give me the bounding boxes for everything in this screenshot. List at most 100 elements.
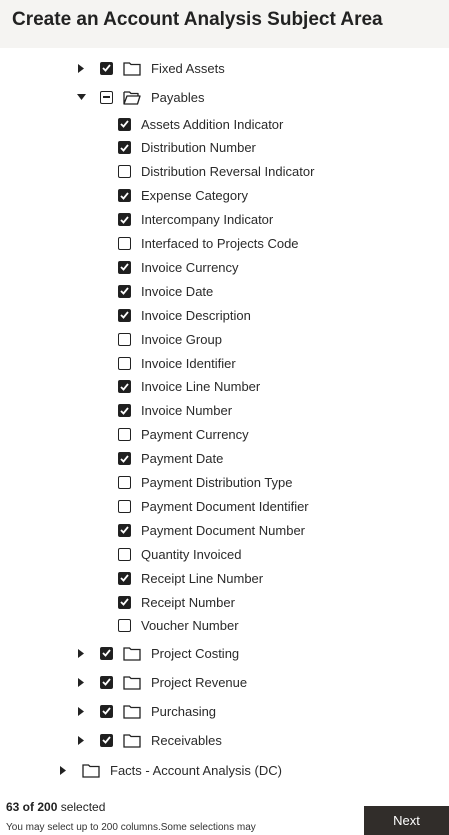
- collapse-arrow-icon[interactable]: [74, 90, 88, 104]
- checkbox-icon[interactable]: [118, 356, 131, 370]
- checkbox-icon[interactable]: [118, 428, 131, 442]
- tree-node-label: Fixed Assets: [151, 60, 225, 76]
- checkbox-icon[interactable]: [100, 61, 113, 75]
- tree-node-label: Payables: [151, 89, 205, 105]
- payables-item[interactable]: Invoice Currency: [118, 256, 239, 278]
- checkbox-icon[interactable]: [118, 213, 131, 227]
- payables-item[interactable]: Distribution Number: [118, 137, 256, 159]
- payables-item[interactable]: Expense Category: [118, 185, 248, 207]
- checkbox-icon[interactable]: [100, 704, 113, 718]
- payables-item-label: Assets Addition Indicator: [141, 116, 284, 132]
- payables-item[interactable]: Receipt Number: [118, 591, 235, 613]
- tree-node-project-costing[interactable]: Project Costing: [74, 642, 239, 664]
- payables-item-label: Intercompany Indicator: [141, 212, 274, 228]
- tree-node-project-revenue[interactable]: Project Revenue: [74, 671, 247, 693]
- payables-item[interactable]: Invoice Number: [118, 400, 232, 422]
- payables-item[interactable]: Payment Date: [118, 448, 223, 470]
- folder-open-icon: [123, 90, 141, 105]
- payables-item[interactable]: Receipt Line Number: [118, 567, 263, 589]
- checkbox-icon[interactable]: [100, 675, 113, 689]
- payables-item-label: Invoice Identifier: [141, 355, 236, 371]
- checkbox-icon[interactable]: [100, 646, 113, 660]
- payables-item[interactable]: Payment Document Identifier: [118, 495, 309, 517]
- checkbox-icon[interactable]: [118, 571, 131, 585]
- payables-item-label: Payment Document Identifier: [141, 498, 309, 514]
- payables-item[interactable]: Voucher Number: [118, 615, 239, 637]
- payables-item-label: Payment Distribution Type: [141, 475, 293, 490]
- tree-node-label: Facts - Account Analysis (DC): [110, 762, 282, 778]
- expand-arrow-icon[interactable]: [74, 704, 88, 718]
- selection-limit-note: You may select up to 200 columns.Some se…: [6, 822, 256, 833]
- checkbox-icon[interactable]: [100, 733, 113, 747]
- checkbox-icon[interactable]: [118, 595, 131, 609]
- checkbox-icon[interactable]: [118, 284, 131, 298]
- payables-item[interactable]: Invoice Group: [118, 328, 222, 350]
- checkbox-icon[interactable]: [118, 619, 131, 633]
- header: Create an Account Analysis Subject Area: [0, 0, 449, 48]
- expand-arrow-icon[interactable]: [56, 763, 70, 777]
- page-title: Create an Account Analysis Subject Area: [12, 9, 383, 30]
- payables-item-label: Invoice Group: [141, 331, 222, 347]
- checkbox-icon[interactable]: [118, 547, 131, 561]
- tree-node-label: Receivables: [151, 732, 222, 748]
- checkbox-icon[interactable]: [118, 380, 131, 394]
- folder-icon: [82, 763, 100, 778]
- next-button[interactable]: Next: [364, 806, 449, 835]
- payables-item-label: Interfaced to Projects Code: [141, 236, 299, 251]
- tree-node-label: Project Costing: [151, 645, 240, 661]
- expand-arrow-icon[interactable]: [74, 675, 88, 689]
- checkbox-icon[interactable]: [100, 90, 113, 104]
- folder-icon: [123, 704, 141, 719]
- expand-arrow-icon[interactable]: [74, 646, 88, 660]
- checkbox-icon[interactable]: [118, 476, 131, 489]
- expand-arrow-icon[interactable]: [74, 61, 88, 75]
- payables-item[interactable]: Distribution Reversal Indicator: [118, 161, 314, 183]
- tree-node-receivables[interactable]: Receivables: [74, 729, 222, 751]
- tree-node-label: Project Revenue: [151, 674, 248, 690]
- folder-icon: [123, 646, 141, 661]
- payables-item[interactable]: Invoice Description: [118, 304, 251, 326]
- payables-item[interactable]: Payment Distribution Type: [118, 472, 293, 494]
- folder-icon: [123, 61, 141, 76]
- tree-node-payables[interactable]: Payables: [74, 86, 204, 108]
- checkbox-icon[interactable]: [118, 523, 131, 537]
- checkbox-icon[interactable]: [118, 332, 131, 346]
- payables-item[interactable]: Invoice Date: [118, 280, 213, 302]
- payables-item-label: Invoice Number: [141, 403, 233, 419]
- selection-count-suffix: selected: [57, 800, 106, 814]
- payables-item-label: Expense Category: [141, 188, 248, 204]
- payables-item[interactable]: Interfaced to Projects Code: [118, 233, 299, 255]
- payables-item-label: Voucher Number: [141, 618, 239, 634]
- payables-item[interactable]: Payment Currency: [118, 424, 249, 446]
- payables-item-label: Payment Date: [141, 451, 224, 467]
- checkbox-icon[interactable]: [118, 404, 131, 418]
- payables-item-label: Payment Document Number: [141, 522, 306, 538]
- expand-arrow-icon[interactable]: [74, 733, 88, 747]
- payables-item[interactable]: Payment Document Number: [118, 519, 305, 541]
- payables-item[interactable]: Quantity Invoiced: [118, 543, 241, 565]
- payables-item-label: Distribution Reversal Indicator: [141, 164, 315, 180]
- checkbox-icon[interactable]: [118, 499, 131, 513]
- checkbox-icon[interactable]: [118, 237, 131, 250]
- checkbox-icon[interactable]: [118, 260, 131, 274]
- folder-icon: [123, 733, 141, 748]
- checkbox-icon[interactable]: [118, 165, 131, 179]
- payables-item[interactable]: Intercompany Indicator: [118, 209, 273, 231]
- tree-node-facts[interactable]: Facts - Account Analysis (DC): [56, 759, 282, 781]
- checkbox-icon[interactable]: [118, 308, 131, 322]
- selection-count-value: 63 of 200: [6, 800, 58, 814]
- checkbox-icon[interactable]: [118, 189, 131, 203]
- checkbox-icon[interactable]: [118, 117, 131, 131]
- tree-node-purchasing[interactable]: Purchasing: [74, 700, 216, 722]
- checkbox-icon[interactable]: [118, 452, 131, 466]
- payables-item[interactable]: Invoice Identifier: [118, 352, 236, 374]
- payables-item-label: Distribution Number: [141, 140, 256, 156]
- checkbox-icon[interactable]: [118, 141, 131, 155]
- selection-count: 63 of 200 selected: [6, 800, 105, 814]
- payables-item-label: Invoice Description: [141, 307, 251, 323]
- tree-node-label: Purchasing: [151, 703, 217, 719]
- payables-item[interactable]: Invoice Line Number: [118, 376, 260, 398]
- tree-node-fixed-assets[interactable]: Fixed Assets: [74, 57, 225, 79]
- folder-icon: [123, 675, 141, 690]
- payables-item[interactable]: Assets Addition Indicator: [118, 113, 283, 135]
